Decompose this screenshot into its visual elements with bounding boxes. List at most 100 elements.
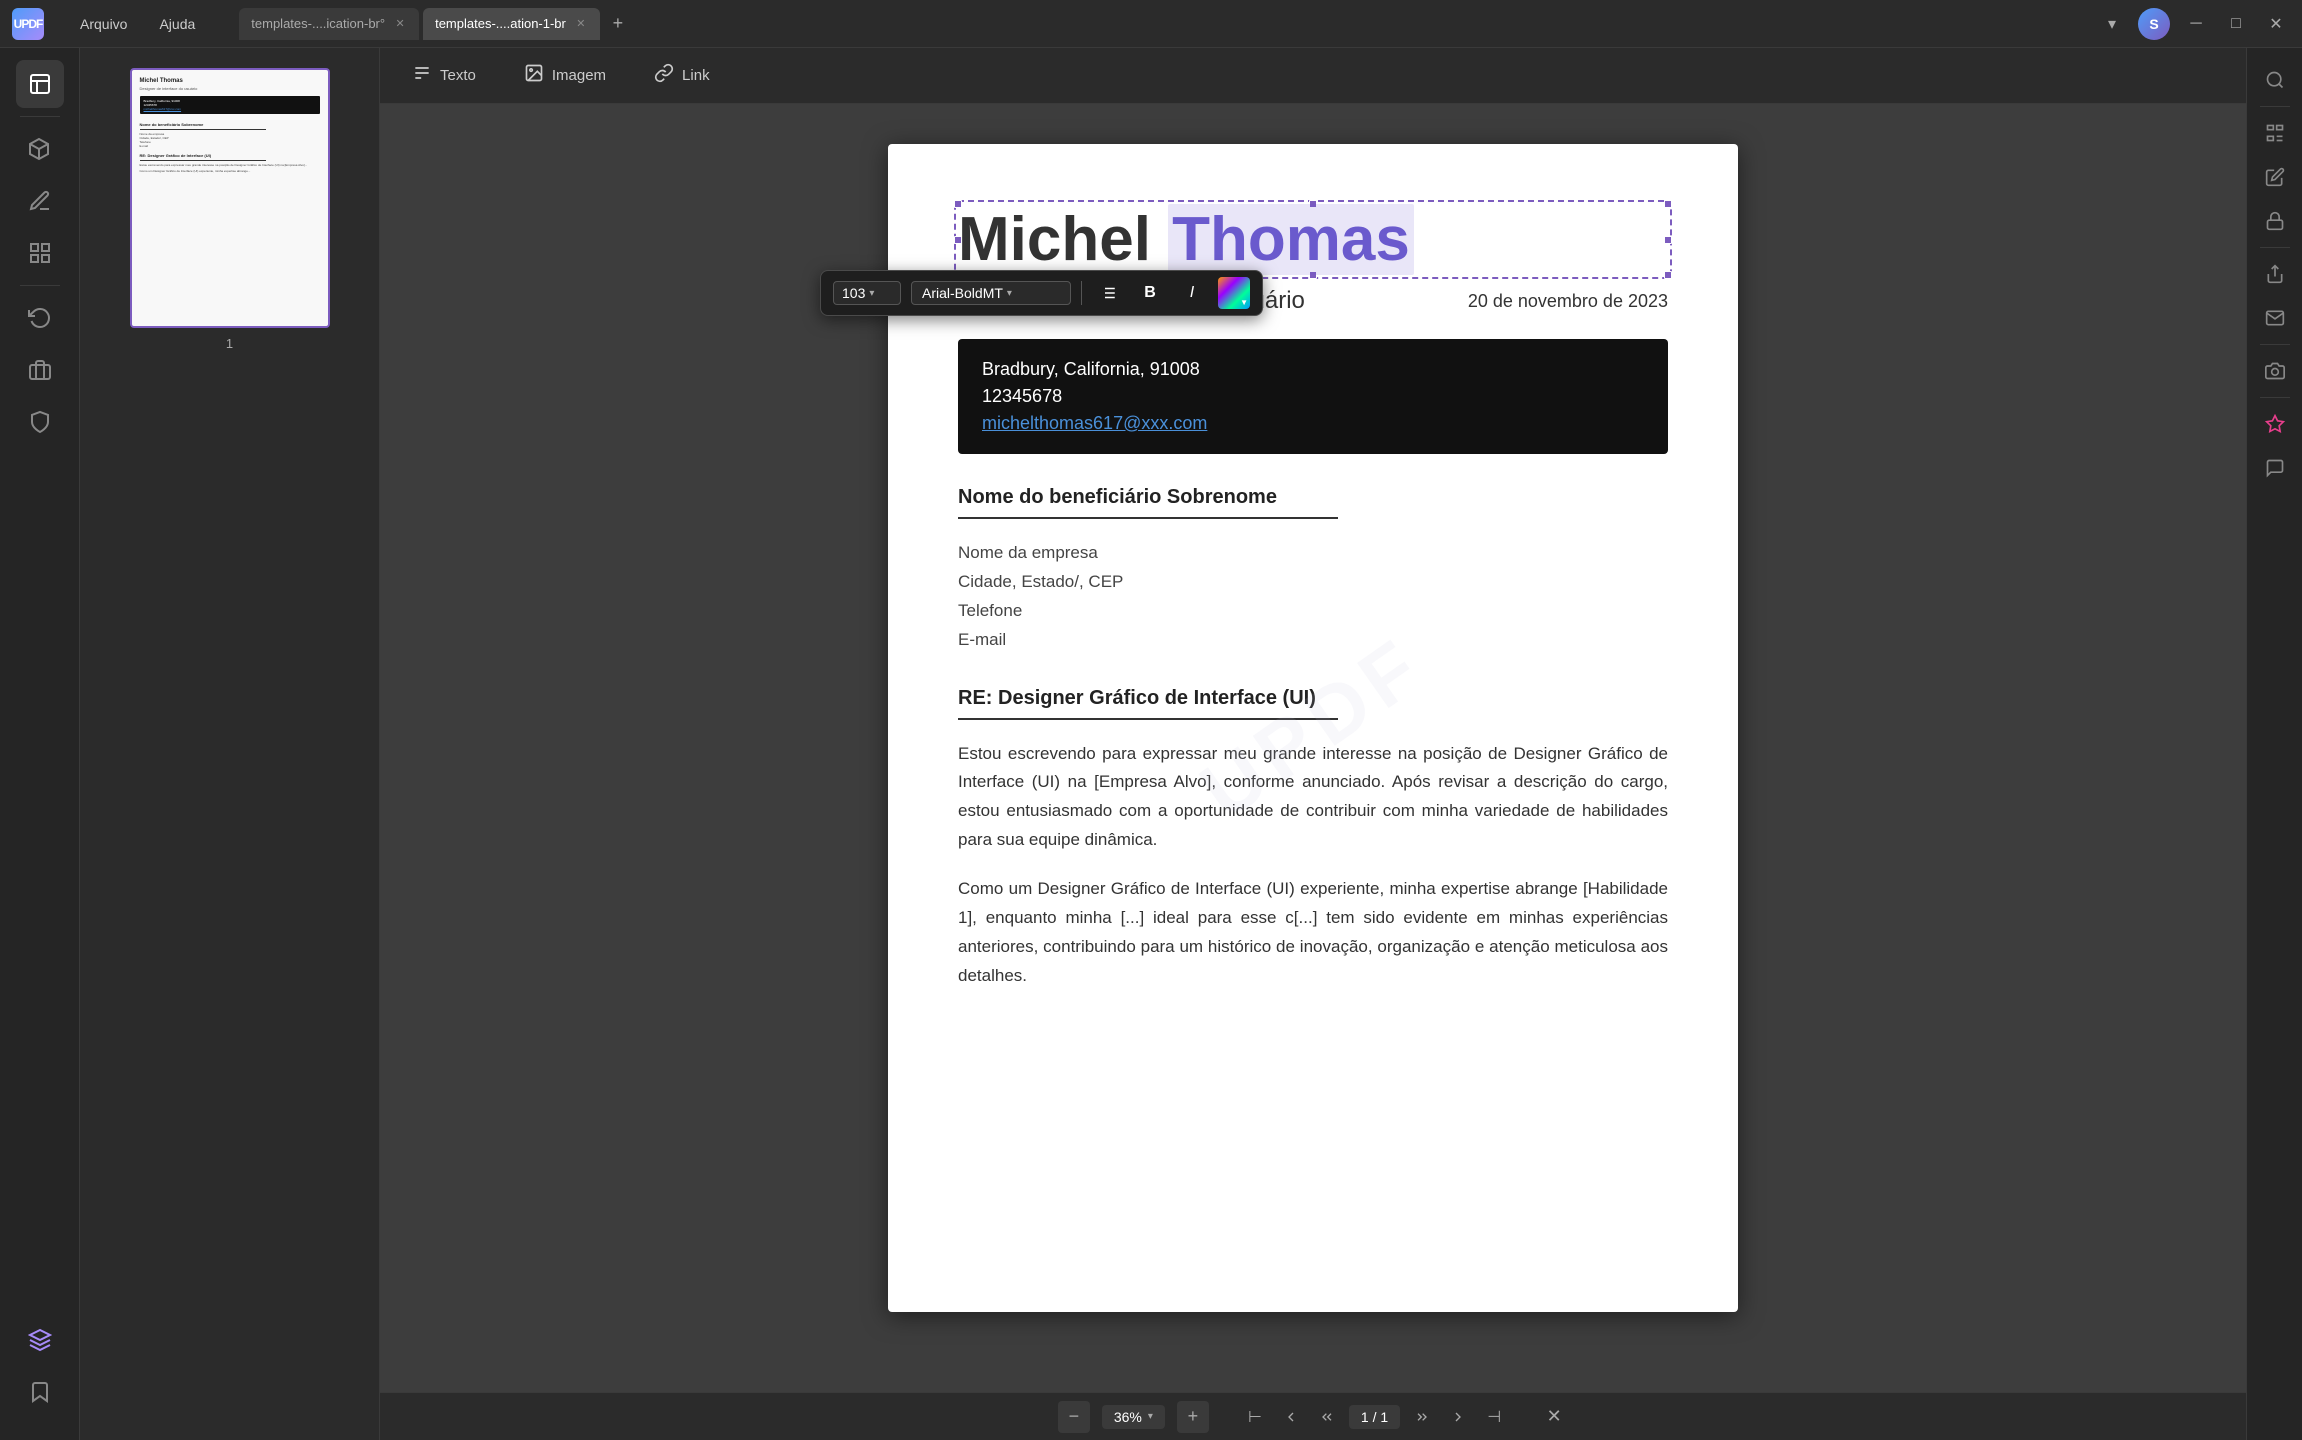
bold-button[interactable]: B <box>1134 277 1166 309</box>
menu-arquivo[interactable]: Arquivo <box>68 12 139 36</box>
font-size-value: 103 <box>842 285 865 301</box>
thumb-para1: Estou escrevendo para expressar meu gran… <box>140 163 320 167</box>
font-family-dropdown[interactable]: Arial-BoldMT ▾ <box>911 281 1071 305</box>
right-lock-icon[interactable] <box>2255 201 2295 241</box>
text-color-button[interactable] <box>1218 277 1250 309</box>
re-paragraph-2: Como um Designer Gráfico de Interface (U… <box>958 875 1668 991</box>
right-mail-icon[interactable] <box>2255 298 2295 338</box>
page-first-button[interactable]: ⊢ <box>1241 1403 1269 1431</box>
sidebar-icon-ocr[interactable] <box>16 346 64 394</box>
tab-1-label: templates-....ication-br° <box>251 16 385 31</box>
thumbnail-page-image: Michel Thomas Designer de interface do u… <box>130 68 330 328</box>
font-family-arrow-icon: ▾ <box>1007 288 1012 299</box>
close-window-button[interactable]: ✕ <box>2262 10 2290 38</box>
thumbnail-panel: Michel Thomas Designer de interface do u… <box>80 48 380 1440</box>
font-size-dropdown[interactable]: 103 ▾ <box>833 281 901 305</box>
thumb-title: Michel Thomas <box>140 78 320 84</box>
toolbar-imagem-label: Imagem <box>552 67 606 84</box>
name-first: Michel <box>958 204 1151 275</box>
re-section-line <box>958 718 1338 720</box>
formatting-separator-1 <box>1081 281 1082 305</box>
right-sparkle-icon[interactable] <box>2255 404 2295 444</box>
toolbar-imagem[interactable]: Imagem <box>512 57 618 94</box>
font-size-arrow-icon: ▾ <box>869 288 874 299</box>
main-layout: Michel Thomas Designer de interface do u… <box>0 48 2302 1440</box>
dropdown-arrow-icon[interactable]: ▾ <box>2098 10 2126 38</box>
toolbar-texto-label: Texto <box>440 67 476 84</box>
menu-ajuda[interactable]: Ajuda <box>147 12 207 36</box>
content-area: UPDF Michel <box>380 104 2246 1392</box>
toolbar-area: Texto Imagem Link <box>380 48 2246 1440</box>
thumb-section2: RE: Designer Gráfico de Interface (UI) <box>140 153 320 158</box>
recipient-section-line <box>958 517 1338 519</box>
tab-2-close[interactable]: ✕ <box>574 17 588 31</box>
document-name: Michel Thomas <box>958 204 1668 275</box>
left-sidebar <box>0 48 80 1440</box>
right-chat-icon[interactable] <box>2255 448 2295 488</box>
recipient-phone: Telefone <box>958 597 1668 626</box>
minimize-button[interactable]: ─ <box>2182 10 2210 38</box>
tab-2[interactable]: templates-....ation-1-br ✕ <box>423 8 600 40</box>
zoom-out-button[interactable]: − <box>1058 1401 1090 1433</box>
formatting-bar: 103 ▾ Arial-BoldMT ▾ B I <box>820 270 1263 316</box>
toolbar-link[interactable]: Link <box>642 57 722 94</box>
user-avatar[interactable]: S <box>2138 8 2170 40</box>
contact-email: michelthomas617@xxx.com <box>982 413 1644 434</box>
sidebar-divider-2 <box>20 285 60 286</box>
right-share-icon[interactable] <box>2255 254 2295 294</box>
thumb-address: Nome da empresaCidade, Estado/, CEPTelef… <box>140 132 320 149</box>
right-camera-icon[interactable] <box>2255 351 2295 391</box>
zoom-in-button[interactable]: + <box>1177 1401 1209 1433</box>
thumb-line1 <box>140 129 266 130</box>
tab-1[interactable]: templates-....ication-br° ✕ <box>239 8 419 40</box>
thumb-line2 <box>140 160 266 161</box>
align-button[interactable] <box>1092 277 1124 309</box>
name-last: Thomas <box>1168 204 1414 275</box>
toolbar-texto[interactable]: Texto <box>400 57 488 94</box>
recipient-section-title: Nome do beneficiário Sobrenome <box>958 486 1668 509</box>
thumb-contact-bar: Bradbury, California, 91008 12345678 mic… <box>140 96 320 114</box>
page-navigation: ⊢ 1 / 1 <box>1241 1403 1508 1431</box>
close-nav-button[interactable]: ✕ <box>1540 1403 1568 1431</box>
thumbnail-page-number: 1 <box>226 336 233 351</box>
sidebar-icon-annotate[interactable] <box>16 177 64 225</box>
top-right-controls: ▾ S ─ □ ✕ <box>2098 8 2290 40</box>
tab-1-close[interactable]: ✕ <box>393 17 407 31</box>
sidebar-icon-read[interactable] <box>16 60 64 108</box>
right-search-icon[interactable] <box>2255 60 2295 100</box>
recipient-email: E-mail <box>958 626 1668 655</box>
italic-button[interactable]: I <box>1176 277 1208 309</box>
page-prev-button[interactable] <box>1277 1403 1305 1431</box>
contact-phone: 12345678 <box>982 386 1644 407</box>
maximize-button[interactable]: □ <box>2222 10 2250 38</box>
recipient-company: Nome da empresa <box>958 539 1668 568</box>
right-divider-3 <box>2260 344 2290 345</box>
page-next-all-button[interactable] <box>1408 1403 1436 1431</box>
sidebar-icon-bookmark[interactable] <box>16 1368 64 1416</box>
thumbnail-page-1[interactable]: Michel Thomas Designer de interface do u… <box>130 68 330 351</box>
tab-add-button[interactable]: + <box>604 10 632 38</box>
right-divider-4 <box>2260 397 2290 398</box>
tab-2-label: templates-....ation-1-br <box>435 16 566 31</box>
right-ocr-icon[interactable] <box>2255 113 2295 153</box>
app-logo[interactable]: UPDF <box>12 8 44 40</box>
sidebar-divider-1 <box>20 116 60 117</box>
name-heading-container[interactable]: Michel Thomas <box>958 204 1668 275</box>
thumb-subtitle: Designer de interface do usuário <box>140 86 320 91</box>
zoom-dropdown-arrow-icon[interactable]: ▾ <box>1148 1411 1153 1422</box>
page-next-button[interactable] <box>1444 1403 1472 1431</box>
thumb-email: michelthomas617@xxx.com <box>144 107 316 111</box>
sidebar-icon-layers[interactable] <box>16 1316 64 1364</box>
sidebar-icon-convert[interactable] <box>16 294 64 342</box>
sidebar-icon-protect[interactable] <box>16 398 64 446</box>
sidebar-icon-pages[interactable] <box>16 229 64 277</box>
zoom-value: 36% <box>1114 1409 1142 1425</box>
image-icon <box>524 63 544 88</box>
tab-bar: templates-....ication-br° ✕ templates-..… <box>239 8 2090 40</box>
page-last-button[interactable]: ⊣ <box>1480 1403 1508 1431</box>
font-family-value: Arial-BoldMT <box>922 285 1003 301</box>
zoom-display[interactable]: 36% ▾ <box>1102 1405 1165 1429</box>
right-edit-icon[interactable] <box>2255 157 2295 197</box>
sidebar-icon-edit[interactable] <box>16 125 64 173</box>
page-prev-all-button[interactable] <box>1313 1403 1341 1431</box>
